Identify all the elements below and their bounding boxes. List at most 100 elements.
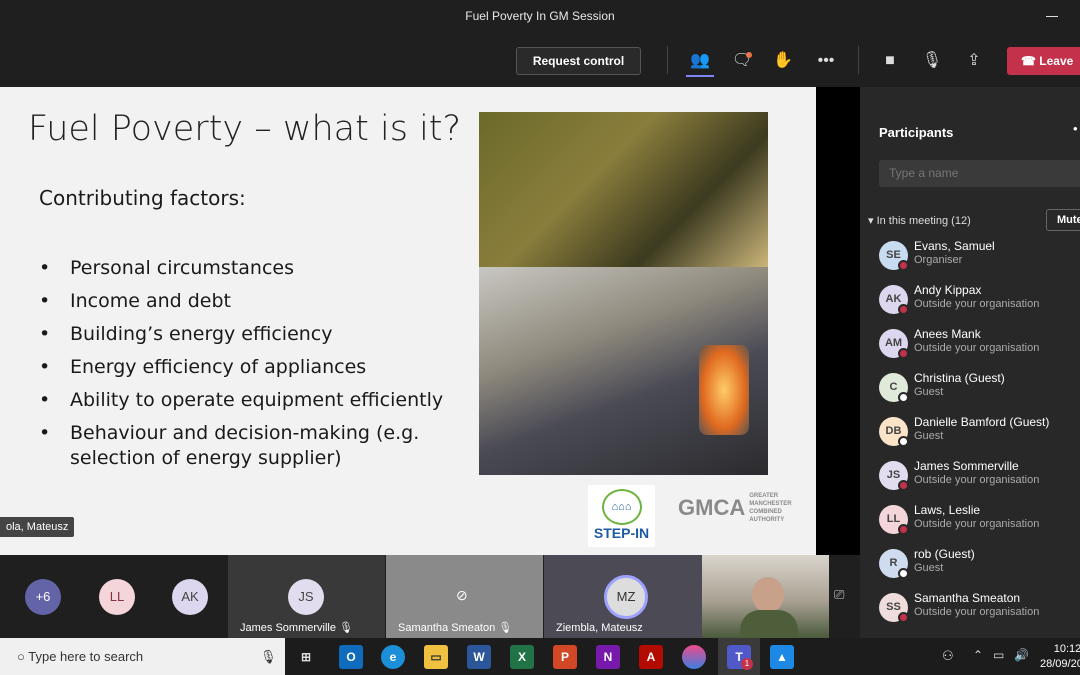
video-tile[interactable]: ⊘ Samantha Smeaton 🎙	[386, 555, 543, 638]
participant-role: Organiser	[914, 254, 963, 266]
minimize-button[interactable]	[1046, 16, 1058, 17]
status-indicator	[898, 612, 909, 623]
stage-margin	[816, 87, 860, 555]
houses-icon: ⌂⌂⌂	[601, 489, 642, 525]
participant-item[interactable]: LL Laws, Leslie Outside your organisation	[879, 501, 1079, 541]
share-screen-icon[interactable]: ⇪	[961, 50, 987, 72]
bullet-list: • Personal circumstances • Income and debt…	[39, 252, 459, 471]
edge-icon[interactable]: e	[381, 645, 405, 669]
more-icon[interactable]: •	[1073, 121, 1078, 136]
clock[interactable]: 10:1228/09/2020	[1040, 642, 1080, 672]
chat-badge	[746, 52, 752, 58]
status-indicator	[898, 436, 909, 447]
participant-item[interactable]: AK Andy Kippax Outside your organisation	[879, 281, 1079, 321]
overflow-participants[interactable]: +6	[25, 579, 61, 615]
participant-role: Outside your organisation	[914, 298, 1040, 310]
more-options-icon[interactable]: •••	[813, 50, 839, 72]
video-tile[interactable]: JS James Sommerville 🎙	[228, 555, 385, 638]
bullet-item: • Ability to operate equipment efficientl…	[39, 389, 444, 411]
bullet-item: • Building’s energy efficiency	[39, 323, 333, 345]
taskbar-search[interactable]: ○ Type here to search 🎙	[0, 638, 285, 675]
participant-search-input[interactable]	[879, 160, 1080, 187]
participant-item[interactable]: JS James Sommerville Outside your organisa…	[879, 457, 1079, 497]
tile-name: Samantha Smeaton 🎙	[398, 622, 513, 634]
switch-camera-icon[interactable]: ⎚	[834, 587, 844, 603]
status-indicator	[898, 524, 909, 535]
photo-elderly-woman	[479, 112, 768, 267]
status-indicator	[898, 348, 909, 359]
participant-name: Andy Kippax	[914, 283, 982, 297]
request-control-button[interactable]: Request control	[516, 47, 641, 75]
outlook-icon[interactable]: O	[339, 645, 363, 669]
video-tile[interactable]: MZ Ziembla, Mateusz	[544, 555, 702, 638]
paint-icon[interactable]	[682, 645, 706, 669]
participant-item[interactable]: AM Anees Mank Outside your organisation	[879, 325, 1079, 365]
active-indicator	[686, 75, 714, 77]
participants-panel: Participants • ▾ In this meeting (12) Mu…	[860, 87, 1080, 638]
camera-icon[interactable]: ■	[877, 50, 903, 72]
acrobat-icon[interactable]: A	[639, 645, 663, 669]
file-explorer-icon[interactable]: ▭	[424, 645, 448, 669]
photos-icon[interactable]: ▲	[770, 645, 794, 669]
self-video[interactable]	[702, 555, 829, 638]
step-in-logo: ⌂⌂⌂ STEP-IN	[588, 485, 655, 547]
mute-all-button[interactable]: Mute	[1046, 209, 1080, 231]
participant-item[interactable]: C Christina (Guest) Guest	[879, 369, 1079, 409]
participant-item[interactable]: SE Evans, Samuel Organiser	[879, 237, 1079, 277]
panel-title: Participants	[879, 125, 954, 140]
leave-button[interactable]: ☎ Leave	[1007, 47, 1080, 75]
divider	[858, 46, 859, 74]
participant-role: Guest	[914, 430, 944, 442]
presenter-name-label: ola, Mateusz	[0, 517, 75, 537]
participant-role: Outside your organisation	[914, 474, 1040, 486]
windows-taskbar: ○ Type here to search 🎙 ⊞ O e ▭ W X P N A…	[0, 638, 1080, 675]
avatar[interactable]: AK	[172, 579, 208, 615]
in-meeting-section[interactable]: ▾ In this meeting (12)	[868, 214, 971, 227]
participant-name: Laws, Leslie	[914, 503, 981, 517]
avatar: JS	[288, 579, 324, 615]
mic-off-icon: 🎙	[339, 622, 353, 634]
volume-icon[interactable]: 🔊	[1014, 648, 1029, 662]
participant-item[interactable]: Rrob (Guest) Guest	[879, 545, 1079, 585]
participant-name: James Sommerville	[914, 459, 1019, 473]
participants-icon[interactable]: 👥	[687, 50, 713, 72]
person-body	[740, 610, 798, 638]
status-indicator	[898, 480, 909, 491]
shared-slide: Fuel Poverty – what is it? Contributing …	[0, 87, 816, 555]
word-icon[interactable]: W	[467, 645, 491, 669]
raise-hand-icon[interactable]: ✋	[770, 50, 796, 72]
gmca-logo: GMCA GREATER MANCHESTER COMBINED AUTHORIT…	[678, 493, 792, 523]
participant-name: Samantha Smeaton	[914, 591, 1021, 605]
video-gallery: +6 LL AK JS James Sommerville 🎙 ⊘ Samant…	[0, 555, 860, 638]
participant-role: Outside your organisation	[914, 342, 1040, 354]
mic-off-icon: 🎙	[498, 622, 513, 634]
avatar[interactable]: LL	[99, 579, 135, 615]
photo-children-heater	[479, 267, 768, 475]
status-indicator	[898, 392, 909, 403]
bullet-item: • Energy efficiency of appliances	[39, 356, 367, 378]
participant-name: Danielle Bamford (Guest)	[914, 415, 1050, 429]
onenote-icon[interactable]: N	[596, 645, 620, 669]
slide-subtitle: Contributing factors:	[39, 186, 246, 210]
battery-icon[interactable]: ▭	[993, 648, 1004, 662]
status-indicator	[898, 260, 909, 271]
participant-role: Outside your organisation	[914, 606, 1040, 618]
task-view-icon[interactable]: ⊞	[294, 645, 318, 669]
excel-icon[interactable]: X	[510, 645, 534, 669]
chevron-up-icon[interactable]: ⌃	[973, 648, 983, 662]
mic-muted-icon[interactable]: 🎙	[919, 50, 945, 72]
participant-role: Outside your organisation	[914, 518, 1040, 530]
powerpoint-icon[interactable]: P	[553, 645, 577, 669]
status-indicator	[898, 568, 909, 579]
status-indicator	[898, 304, 909, 315]
search-icon: ○	[17, 649, 29, 664]
participant-item[interactable]: DB Danielle Bamford (Guest) Guest	[879, 413, 1079, 453]
teams-badge: 1	[741, 658, 753, 670]
tile-name: Ziembla, Mateusz	[556, 622, 643, 634]
people-icon[interactable]: ⚇	[942, 648, 954, 664]
microphone-icon[interactable]: 🎙	[260, 638, 277, 675]
participant-item[interactable]: SS Samantha Smeaton Outside your organisat…	[879, 589, 1079, 629]
participant-name: Christina (Guest)	[914, 371, 1005, 385]
participant-name: Anees Mank	[914, 327, 981, 341]
avatar: MZ	[604, 575, 648, 619]
